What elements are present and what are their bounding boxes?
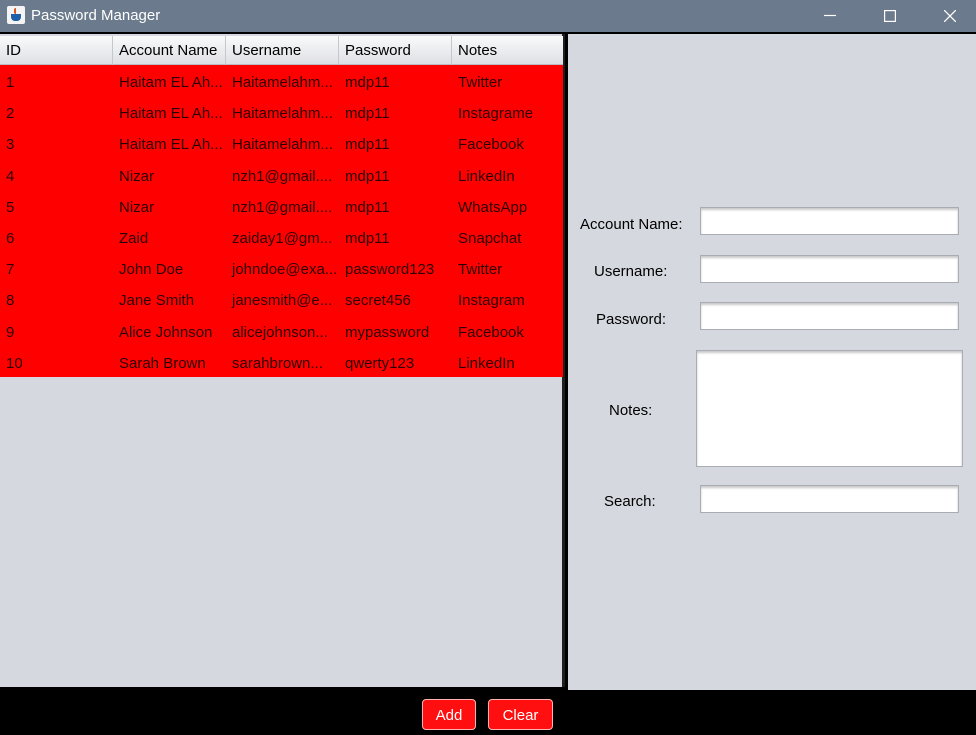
notes-label: Notes: [609,402,653,419]
cell-account-name[interactable]: Alice Johnson [113,315,226,346]
column-header-account-name[interactable]: Account Name [113,36,226,65]
cell-account-name[interactable]: Jane Smith [113,283,226,314]
cell-password[interactable]: mypassword [339,315,452,346]
maximize-button[interactable] [860,0,920,32]
cell-id[interactable]: 6 [0,221,113,252]
cell-notes[interactable]: LinkedIn [452,159,563,190]
cell-id[interactable]: 2 [0,96,113,127]
cell-notes[interactable]: Instagram [452,283,563,314]
cell-id[interactable]: 4 [0,159,113,190]
column-header-id[interactable]: ID [0,36,113,65]
cell-id[interactable]: 8 [0,283,113,314]
column-header-password[interactable]: Password [339,36,452,65]
table-row[interactable]: 8 Jane Smith janesmith@e... secret456 Instag… [0,283,563,314]
minimize-button[interactable] [800,0,860,32]
cell-id[interactable]: 1 [0,65,113,96]
account-name-label: Account Name: [580,216,683,233]
table-row[interactable]: 3 Haitam EL Ah... Haitamelahm... mdp11 Faceb… [0,127,563,158]
cell-password[interactable]: mdp11 [339,221,452,252]
title-bar: Password Manager [0,0,976,32]
cell-username[interactable]: nzh1@gmail.... [226,159,339,190]
cell-password[interactable]: mdp11 [339,65,452,96]
username-field[interactable] [700,255,959,283]
password-manager-window: Password Manager ID Account Name Usernam… [0,0,976,735]
table-row[interactable]: 4 Nizar nzh1@gmail.... mdp11 LinkedIn [0,159,563,190]
cell-username[interactable]: sarahbrown... [226,346,339,377]
column-header-username[interactable]: Username [226,36,339,65]
cell-username[interactable]: nzh1@gmail.... [226,190,339,221]
cell-account-name[interactable]: Nizar [113,190,226,221]
cell-notes[interactable]: Twitter [452,65,563,96]
cell-password[interactable]: mdp11 [339,190,452,221]
cell-account-name[interactable]: Nizar [113,159,226,190]
cell-id[interactable]: 3 [0,127,113,158]
cell-id[interactable]: 9 [0,315,113,346]
cell-id[interactable]: 10 [0,346,113,377]
cell-account-name[interactable]: Haitam EL Ah... [113,96,226,127]
cell-username[interactable]: janesmith@e... [226,283,339,314]
close-icon [944,10,956,22]
cell-username[interactable]: zaiday1@gm... [226,221,339,252]
clear-button[interactable]: Clear [488,699,553,730]
cell-password[interactable]: qwerty123 [339,346,452,377]
cell-notes[interactable]: LinkedIn [452,346,563,377]
username-label: Username: [594,263,668,280]
cell-notes[interactable]: Twitter [452,252,563,283]
table-header: ID Account Name Username Password Notes [0,36,563,65]
table-row[interactable]: 6 Zaid zaiday1@gm... mdp11 Snapchat [0,221,563,252]
cell-username[interactable]: alicejohnson... [226,315,339,346]
table-row[interactable]: 9 Alice Johnson alicejohnson... mypassword F… [0,315,563,346]
cell-password[interactable]: mdp11 [339,159,452,190]
table-row[interactable]: 5 Nizar nzh1@gmail.... mdp11 WhatsApp [0,190,563,221]
cell-id[interactable]: 5 [0,190,113,221]
table-row[interactable]: 7 John Doe johndoe@exa... password123 Twitte… [0,252,563,283]
close-button[interactable] [920,0,976,32]
table-row[interactable]: 2 Haitam EL Ah... Haitamelahm... mdp11 Insta… [0,96,563,127]
cell-account-name[interactable]: Sarah Brown [113,346,226,377]
table-body: 1 Haitam EL Ah... Haitamelahm... mdp11 Twitt… [0,65,563,377]
accounts-table-panel: ID Account Name Username Password Notes … [0,34,565,687]
account-name-field[interactable] [700,207,959,235]
cell-notes[interactable]: Snapchat [452,221,563,252]
cell-username[interactable]: Haitamelahm... [226,65,339,96]
password-label: Password: [596,311,667,328]
cell-password[interactable]: secret456 [339,283,452,314]
cell-notes[interactable]: Facebook [452,127,563,158]
cell-notes[interactable]: Facebook [452,315,563,346]
cell-account-name[interactable]: Haitam EL Ah... [113,127,226,158]
notes-textarea[interactable] [696,350,963,467]
cell-account-name[interactable]: John Doe [113,252,226,283]
window-title: Password Manager [31,7,161,24]
minimize-icon [824,14,836,17]
java-cup-icon [7,6,25,24]
cell-username[interactable]: Haitamelahm... [226,96,339,127]
table-row[interactable]: 10 Sarah Brown sarahbrown... qwerty123 Linke… [0,346,563,377]
cell-id[interactable]: 7 [0,252,113,283]
cell-account-name[interactable]: Zaid [113,221,226,252]
cell-password[interactable]: mdp11 [339,96,452,127]
search-label: Search: [604,493,656,510]
add-button[interactable]: Add [422,699,476,730]
cell-username[interactable]: Haitamelahm... [226,127,339,158]
search-input[interactable] [700,485,959,513]
account-form-panel: Account Name: Username: Password: Notes:… [568,34,976,690]
cell-notes[interactable]: Instagrame [452,96,563,127]
cell-account-name[interactable]: Haitam EL Ah... [113,65,226,96]
table-row[interactable]: 1 Haitam EL Ah... Haitamelahm... mdp11 Twitt… [0,65,563,96]
cell-notes[interactable]: WhatsApp [452,190,563,221]
cell-password[interactable]: password123 [339,252,452,283]
password-field[interactable] [700,302,959,330]
maximize-icon [884,10,896,22]
cell-password[interactable]: mdp11 [339,127,452,158]
cell-username[interactable]: johndoe@exa... [226,252,339,283]
column-header-notes[interactable]: Notes [452,36,563,65]
